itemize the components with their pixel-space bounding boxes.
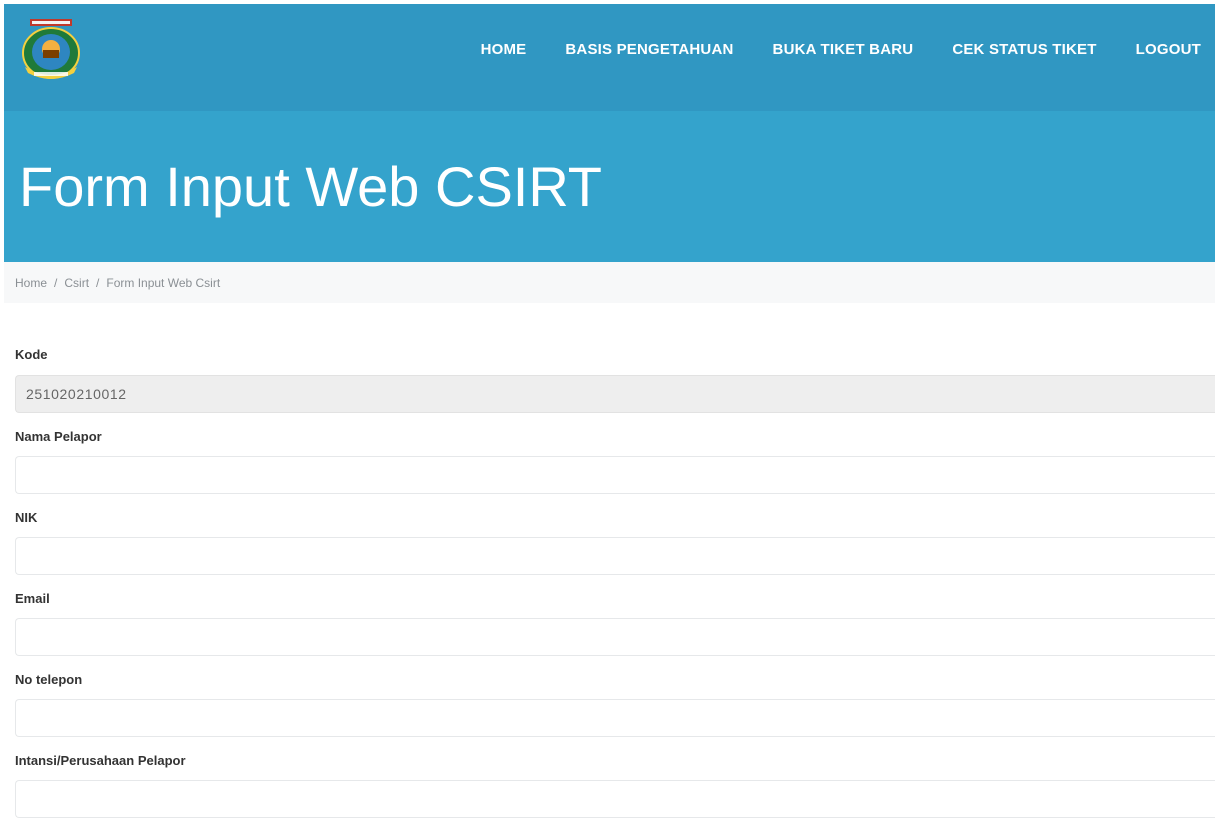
instansi-pelapor-input[interactable] bbox=[15, 780, 1215, 818]
field-instansi-pelapor: Intansi/Perusahaan Pelapor bbox=[15, 752, 1215, 818]
breadcrumb: Home / Csirt / Form Input Web Csirt bbox=[4, 262, 1215, 303]
breadcrumb-csirt[interactable]: Csirt bbox=[64, 276, 89, 290]
nik-input[interactable] bbox=[15, 537, 1215, 575]
breadcrumb-separator: / bbox=[54, 275, 58, 290]
nav-buka-tiket-baru[interactable]: BUKA TIKET BARU bbox=[773, 41, 914, 58]
email-label: Email bbox=[15, 591, 50, 606]
email-input[interactable] bbox=[15, 618, 1215, 656]
nav-cek-status-tiket[interactable]: CEK STATUS TIKET bbox=[952, 41, 1096, 58]
nav-basis-pengetahuan[interactable]: BASIS PENGETAHUAN bbox=[565, 41, 733, 58]
breadcrumb-current: Form Input Web Csirt bbox=[106, 275, 221, 290]
top-navbar: HOME BASIS PENGETAHUAN BUKA TIKET BARU C… bbox=[4, 4, 1215, 111]
emblem-logo-icon[interactable] bbox=[16, 17, 86, 83]
no-telepon-input[interactable] bbox=[15, 699, 1215, 737]
kode-input[interactable] bbox=[15, 375, 1215, 413]
nama-pelapor-input[interactable] bbox=[15, 456, 1215, 494]
field-kode: Kode bbox=[15, 346, 1215, 413]
field-no-telepon: No telepon bbox=[15, 671, 1215, 737]
field-email: Email bbox=[15, 590, 1215, 656]
nik-label: NIK bbox=[15, 510, 38, 525]
kode-label: Kode bbox=[15, 347, 48, 362]
main-nav: HOME BASIS PENGETAHUAN BUKA TIKET BARU C… bbox=[442, 4, 1201, 94]
instansi-pelapor-label: Intansi/Perusahaan Pelapor bbox=[15, 753, 186, 768]
nav-home[interactable]: HOME bbox=[481, 41, 527, 58]
breadcrumb-separator: / bbox=[96, 275, 100, 290]
nama-pelapor-label: Nama Pelapor bbox=[15, 429, 102, 444]
field-nik: NIK bbox=[15, 509, 1215, 575]
nav-logout[interactable]: LOGOUT bbox=[1136, 41, 1201, 58]
breadcrumb-home[interactable]: Home bbox=[15, 276, 47, 290]
no-telepon-label: No telepon bbox=[15, 672, 83, 687]
page-title: Form Input Web CSIRT bbox=[19, 155, 602, 218]
page-header-banner: Form Input Web CSIRT bbox=[4, 111, 1215, 262]
csirt-input-form: Kode Nama Pelapor NIK Email No telepon I… bbox=[15, 346, 1215, 818]
field-nama-pelapor: Nama Pelapor bbox=[15, 428, 1215, 494]
